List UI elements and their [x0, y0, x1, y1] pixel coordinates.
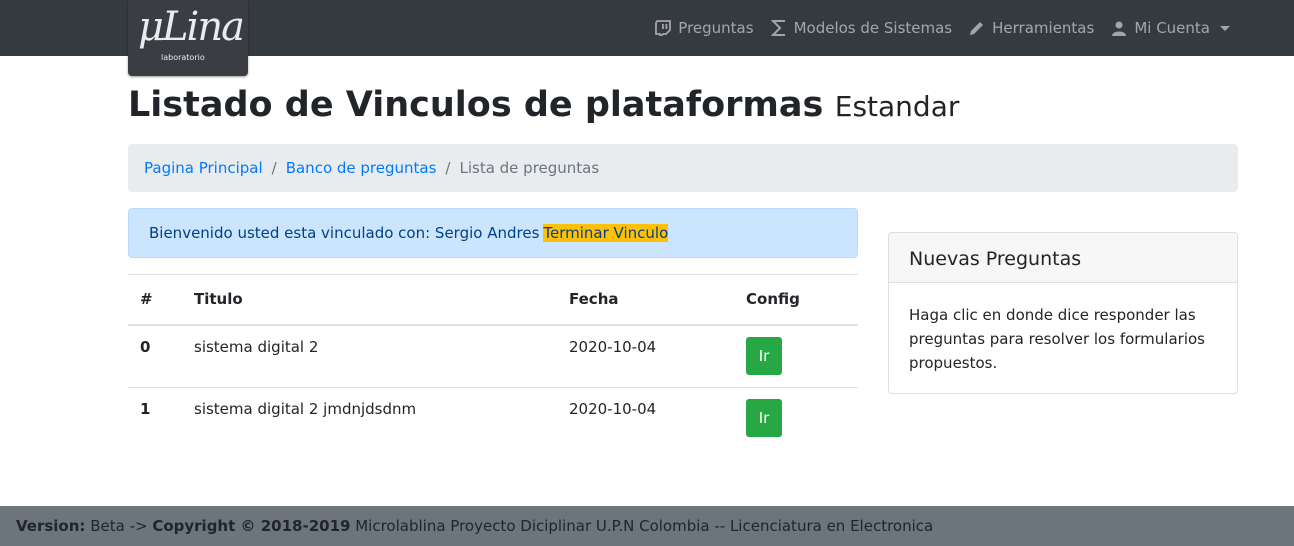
- nav-label: Modelos de Sistemas: [793, 19, 953, 37]
- nav-item-modelos[interactable]: Modelos de Sistemas: [770, 19, 953, 37]
- go-button[interactable]: Ir: [746, 399, 782, 437]
- row-date: 2020-10-04: [557, 324, 734, 388]
- breadcrumb-separator: /: [271, 159, 277, 177]
- breadcrumb-current: Lista de preguntas: [459, 159, 600, 177]
- breadcrumb-link-banco[interactable]: Banco de preguntas: [286, 159, 437, 177]
- column-header-config: Config: [734, 274, 858, 326]
- questions-table: # Titulo Fecha Config 0 sistema digital …: [128, 274, 858, 451]
- footer: Version: Beta -> Copyright © 2018-2019 M…: [0, 506, 1294, 546]
- alert-text: Bienvenido usted esta vinculado con: Ser…: [149, 224, 540, 242]
- twitch-chat-icon: [654, 19, 672, 37]
- card-header: Nuevas Preguntas: [889, 233, 1237, 283]
- logo-text: μLina: [138, 4, 245, 50]
- chevron-down-icon: [1220, 25, 1230, 31]
- logo-subtext: laboratorio: [161, 53, 205, 62]
- footer-text: Microlablina Proyecto Diciplinar U.P.N C…: [355, 517, 934, 535]
- card-body: Haga clic en donde dice responder las pr…: [909, 306, 1205, 372]
- row-index: 1: [128, 387, 182, 451]
- breadcrumb: Pagina Principal / Banco de preguntas / …: [128, 144, 1238, 192]
- terminate-link-button[interactable]: Terminar Vinculo: [543, 224, 669, 242]
- column-header-date: Fecha: [557, 274, 734, 326]
- column-header-title: Titulo: [182, 274, 557, 326]
- brand-logo[interactable]: μLina laboratorio: [128, 0, 248, 76]
- new-questions-card: Nuevas Preguntas Haga clic en donde dice…: [888, 232, 1238, 394]
- nav-item-herramientas[interactable]: Herramientas: [968, 19, 1094, 37]
- page-title: Listado de Vinculos de plataformas Estan…: [128, 84, 959, 125]
- page-title-subtitle: Estandar: [834, 90, 960, 123]
- nav-item-mi-cuenta[interactable]: Mi Cuenta: [1110, 19, 1230, 37]
- row-date: 2020-10-04: [557, 387, 734, 451]
- table-row: 1 sistema digital 2 jmdnjdsdnm 2020-10-0…: [128, 387, 858, 451]
- footer-version-value: Beta ->: [90, 517, 148, 535]
- nav-label: Mi Cuenta: [1134, 19, 1210, 37]
- footer-copyright: Copyright © 2018-2019: [152, 517, 351, 535]
- link-status-alert: Bienvenido usted esta vinculado con: Ser…: [128, 208, 858, 258]
- row-index: 0: [128, 324, 182, 388]
- breadcrumb-link-home[interactable]: Pagina Principal: [144, 159, 263, 177]
- column-header-index: #: [128, 274, 182, 326]
- top-navbar: μLina laboratorio Preguntas Modelos de S…: [0, 0, 1294, 76]
- nav-label: Preguntas: [678, 19, 754, 37]
- row-title: sistema digital 2 jmdnjdsdnm: [182, 387, 557, 451]
- sigma-icon: [770, 19, 788, 37]
- footer-version-label: Version:: [16, 517, 86, 535]
- user-icon: [1110, 19, 1128, 37]
- go-button[interactable]: Ir: [746, 336, 782, 375]
- pencil-icon: [968, 19, 986, 37]
- nav-label: Herramientas: [992, 19, 1095, 37]
- nav-menu: Preguntas Modelos de Sistemas Herramient…: [654, 0, 1230, 56]
- row-title: sistema digital 2: [182, 324, 557, 388]
- row-config: Ir: [734, 387, 858, 451]
- breadcrumb-separator: /: [445, 159, 451, 177]
- nav-item-preguntas[interactable]: Preguntas: [654, 19, 754, 37]
- table-row: 0 sistema digital 2 2020-10-04 Ir: [128, 324, 858, 388]
- table-header-row: # Titulo Fecha Config: [128, 274, 858, 326]
- row-config: Ir: [734, 324, 858, 388]
- page-title-main: Listado de Vinculos de plataformas: [128, 85, 824, 125]
